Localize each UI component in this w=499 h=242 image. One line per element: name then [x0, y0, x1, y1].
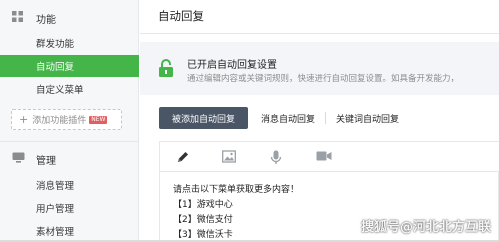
status-description: 通过编辑内容或关键词规则，快速进行自动回复设置。如具备开发能力，: [187, 74, 460, 84]
content-line: 请点击以下菜单获取更多内容！: [173, 185, 300, 195]
watermark: 搜狐号@河北北方互联: [360, 220, 491, 235]
sidebar: 功能 群发功能 自动回复 自定义菜单 + 添加功能插件 NEW 管理 消息管理 …: [0, 0, 139, 242]
sidebar-item-label: 自定义菜单: [36, 85, 84, 96]
sidebar-item-label: 用户管理: [36, 204, 75, 215]
sidebar-item-mass-send[interactable]: 群发功能: [0, 32, 139, 54]
tab-message-reply[interactable]: 消息自动回复: [251, 107, 325, 129]
sidebar-section-label: 功能: [36, 14, 56, 26]
title-divider: [140, 33, 499, 34]
new-badge: NEW: [89, 115, 108, 124]
sidebar-section-features: 功能: [0, 7, 139, 29]
image-icon[interactable]: [222, 150, 236, 166]
sidebar-item-label: 消息管理: [36, 181, 75, 192]
status-title: 已开启自动回复设置: [187, 60, 277, 71]
sidebar-divider: [0, 141, 139, 142]
sidebar-section-label: 管理: [36, 155, 56, 167]
sidebar-item-materials[interactable]: 素材管理: [0, 220, 139, 242]
tab-keyword-reply[interactable]: 关键词自动回复: [326, 107, 409, 129]
monitor-icon: [12, 152, 25, 166]
video-icon[interactable]: [316, 150, 332, 165]
sidebar-item-label: 自动回复: [36, 62, 75, 73]
sidebar-item-custom-menu[interactable]: 自定义菜单: [0, 78, 139, 100]
plus-icon: +: [19, 113, 29, 126]
reply-type-tabs: 被添加自动回复 消息自动回复 关键词自动回复: [159, 107, 409, 129]
lock-icon: [158, 58, 174, 81]
add-plugin-button[interactable]: + 添加功能插件 NEW: [11, 109, 122, 130]
sidebar-section-manage: 管理: [0, 148, 139, 170]
sidebar-item-label: 群发功能: [36, 39, 75, 50]
grid-icon: [12, 11, 23, 25]
main-panel: 自动回复 已开启自动回复设置 通过编辑内容或关键词规则，快速进行自动回复设置。如…: [140, 0, 499, 242]
page-title: 自动回复: [158, 9, 204, 23]
sidebar-item-auto-reply[interactable]: 自动回复: [0, 55, 139, 77]
reply-content[interactable]: 请点击以下菜单获取更多内容！ 【1】游戏中心 【2】微信支付 【3】微信沃卡: [173, 183, 299, 242]
pencil-icon[interactable]: [176, 150, 190, 167]
content-line: 【1】游戏中心: [173, 200, 233, 210]
status-banner: 已开启自动回复设置 通过编辑内容或关键词规则，快速进行自动回复设置。如具备开发能…: [140, 42, 499, 95]
sidebar-item-messages[interactable]: 消息管理: [0, 174, 139, 196]
sidebar-item-label: 素材管理: [36, 227, 75, 238]
add-plugin-label: 添加功能插件: [32, 116, 87, 126]
microphone-icon[interactable]: [270, 150, 282, 168]
editor-toolbar: [160, 142, 499, 172]
content-line: 【2】微信支付: [173, 215, 233, 225]
sidebar-item-users[interactable]: 用户管理: [0, 197, 139, 219]
tab-added-reply[interactable]: 被添加自动回复: [159, 107, 249, 129]
